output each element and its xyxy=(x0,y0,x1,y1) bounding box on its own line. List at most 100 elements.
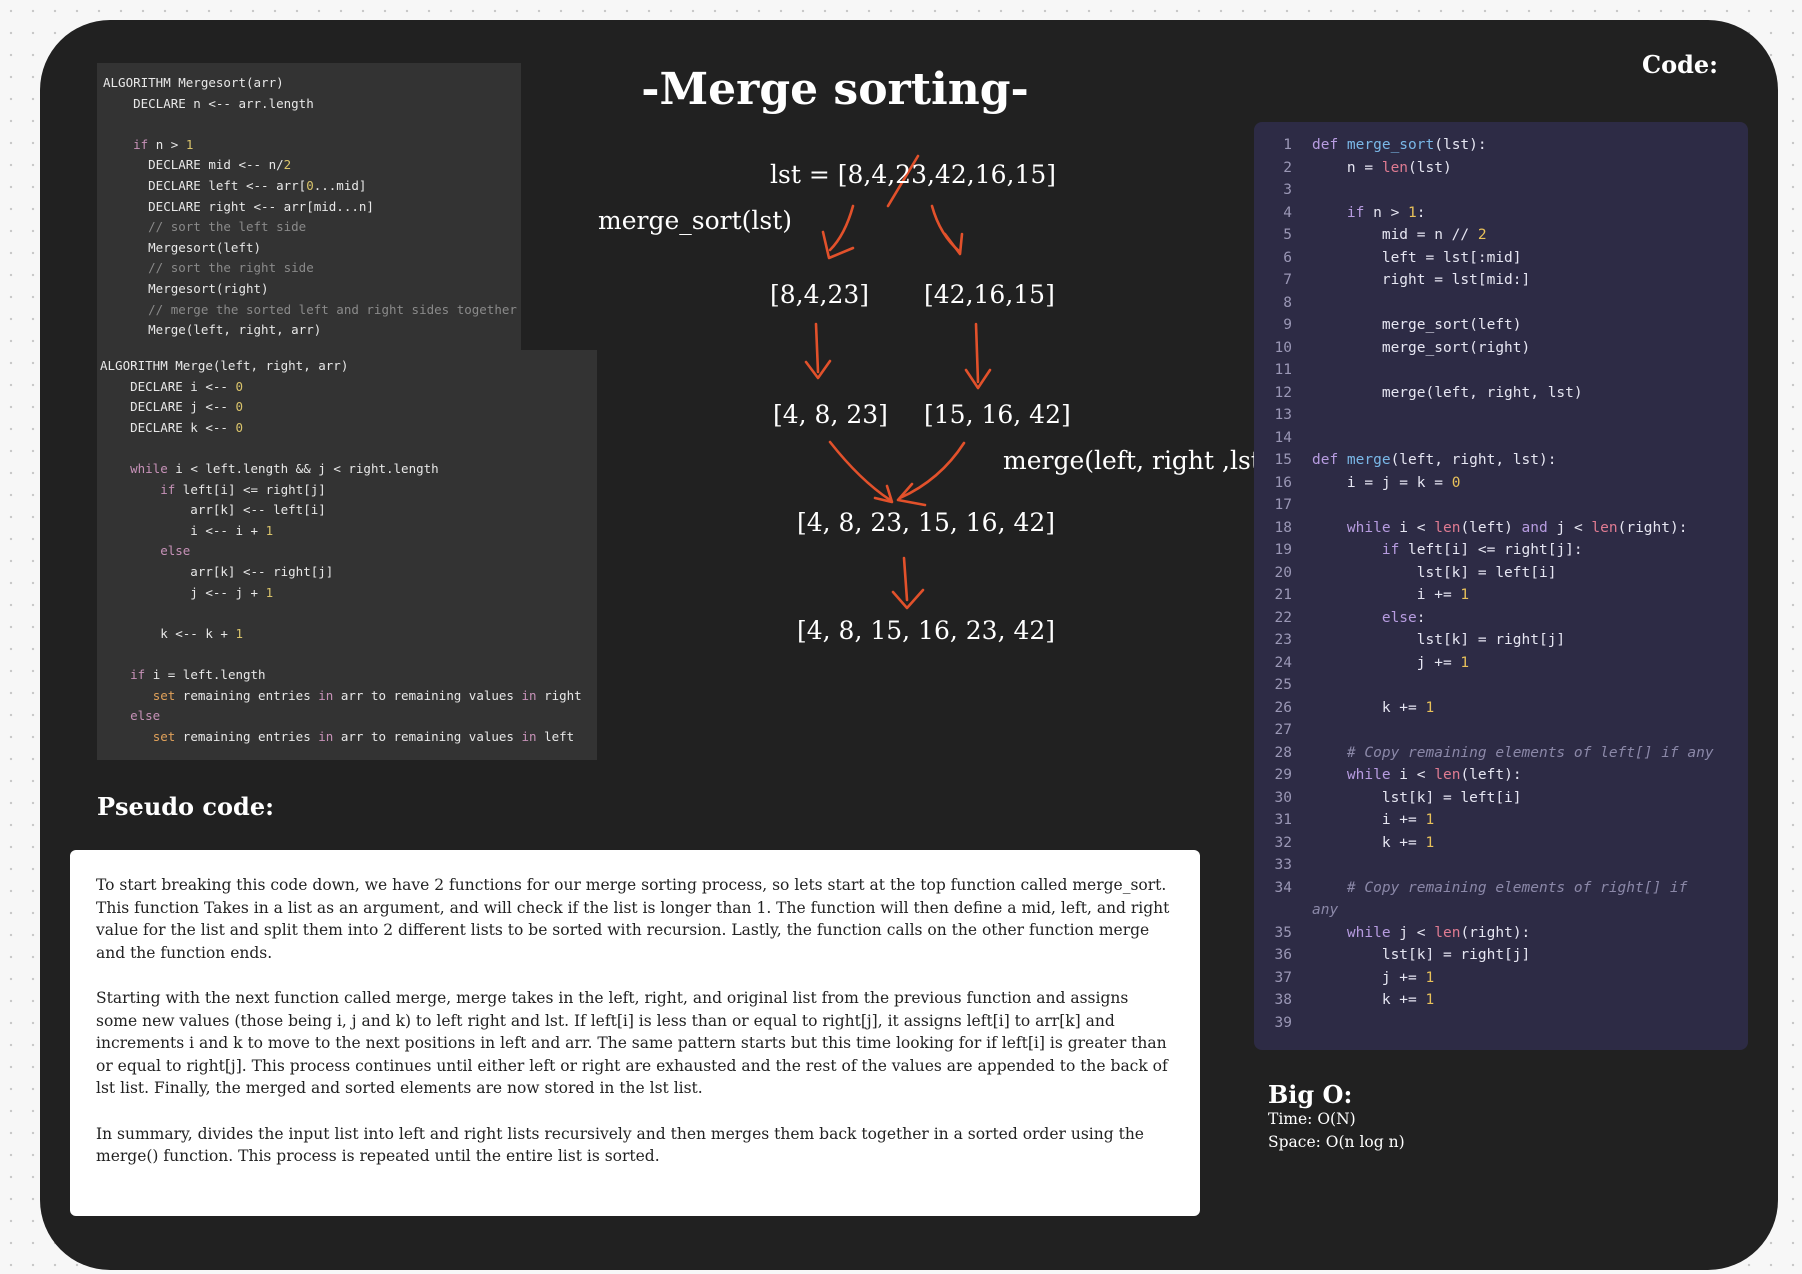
line-number: 2 xyxy=(1283,159,1292,176)
arrow-left-sort xyxy=(814,322,820,374)
code-line: 32 k += 1 xyxy=(1254,832,1748,855)
line-number: 8 xyxy=(1283,294,1292,311)
line-number: 27 xyxy=(1274,722,1292,738)
code-line: 19 if left[i] <= right[j]: xyxy=(1254,539,1748,562)
bigo-space: Space: O(n log n) xyxy=(1268,1133,1405,1151)
code-text: else: xyxy=(1381,609,1426,626)
line-number: 28 xyxy=(1274,744,1292,761)
diagram-sorted-right: [15, 16, 42] xyxy=(924,400,1071,429)
explanation-paragraph-1: To start breaking this code down, we hav… xyxy=(96,876,1170,962)
code-text: # Copy remaining elements of left[] if a… xyxy=(1346,744,1714,761)
code-line: 24 j += 1 xyxy=(1254,652,1748,675)
code-line: 31 i += 1 xyxy=(1254,809,1748,832)
code-text: if left[i] <= right[j]: xyxy=(1381,542,1583,558)
code-line: 25 xyxy=(1254,674,1748,697)
line-number: 21 xyxy=(1274,587,1292,603)
code-line: 27 xyxy=(1254,719,1748,742)
line-number: 6 xyxy=(1283,249,1292,266)
line-number: 16 xyxy=(1274,474,1292,491)
line-number: 20 xyxy=(1274,564,1292,581)
code-text: while i < len(left): xyxy=(1346,767,1522,783)
line-number: 34 xyxy=(1274,879,1292,896)
code-line: 14 xyxy=(1254,427,1748,450)
arrowhead-root-left xyxy=(821,230,855,260)
bigo-heading: Big O: xyxy=(1268,1080,1353,1109)
line-number: 36 xyxy=(1274,947,1292,963)
code-line: 20 lst[k] = left[i] xyxy=(1254,562,1748,585)
line-number: 7 xyxy=(1283,272,1292,288)
code-line: 10 merge_sort(right) xyxy=(1254,337,1748,360)
code-line: 34 # Copy remaining elements of right[] … xyxy=(1254,877,1748,900)
code-text: while j < len(right): xyxy=(1346,924,1531,941)
code-text: i += 1 xyxy=(1312,587,1470,603)
explanation-paragraph-2: Starting with the next function called m… xyxy=(96,988,1168,1098)
code-text: lst[k] = right[j] xyxy=(1312,947,1531,963)
code-text: lst[k] = left[i] xyxy=(1312,564,1557,581)
code-text: merge_sort(left) xyxy=(1312,317,1522,333)
arrowhead-root-right xyxy=(943,232,964,256)
code-line: 16 i = j = k = 0 xyxy=(1254,472,1748,495)
code-text: any xyxy=(1312,902,1339,918)
line-number: 12 xyxy=(1274,384,1292,401)
line-number: 3 xyxy=(1283,182,1292,198)
code-line: 30 lst[k] = left[i] xyxy=(1254,787,1748,810)
code-line: 9 merge_sort(left) xyxy=(1254,314,1748,337)
code-line: 28 # Copy remaining elements of left[] i… xyxy=(1254,742,1748,765)
explanation-paragraph-3: In summary, divides the input list into … xyxy=(96,1124,1144,1166)
pseudo-heading: Pseudo code: xyxy=(97,792,274,821)
line-number: 33 xyxy=(1274,857,1292,873)
line-number: 19 xyxy=(1274,542,1292,558)
code-line: 33 xyxy=(1254,854,1748,877)
code-text: k += 1 xyxy=(1312,699,1435,716)
code-line: any xyxy=(1254,899,1748,922)
diagram-sorted-left: [4, 8, 23] xyxy=(773,400,888,429)
code-line: 5 mid = n // 2 xyxy=(1254,224,1748,247)
code-text: right = lst[mid:] xyxy=(1312,272,1531,288)
diagram-merge-sort-label: merge_sort(lst) xyxy=(598,206,793,235)
code-line: 1 def merge_sort(lst): xyxy=(1254,134,1748,157)
line-number: 5 xyxy=(1283,227,1292,243)
line-number: 31 xyxy=(1274,812,1292,828)
code-text: k += 1 xyxy=(1312,834,1435,851)
explanation-box: To start breaking this code down, we hav… xyxy=(70,850,1200,1216)
code-line: 15 def merge(left, right, lst): xyxy=(1254,449,1748,472)
code-text: def merge_sort(lst): xyxy=(1312,137,1487,153)
arrow-root-right xyxy=(930,204,962,254)
arrow-merge-right xyxy=(898,441,966,500)
code-line: 29 while i < len(left): xyxy=(1254,764,1748,787)
code-line: 11 xyxy=(1254,359,1748,382)
code-text: merge(left, right, lst) xyxy=(1312,384,1583,401)
code-line: 18 while i < len(left) and j < len(right… xyxy=(1254,517,1748,540)
code-text: # Copy remaining elements of right[] if xyxy=(1346,879,1688,896)
line-number: 25 xyxy=(1274,677,1292,693)
code-line: 2 n = len(lst) xyxy=(1254,157,1748,180)
code-heading: Code: xyxy=(1642,50,1719,79)
code-line: 8 xyxy=(1254,292,1748,315)
code-text: lst[k] = right[j] xyxy=(1312,632,1566,648)
arrow-root-left xyxy=(828,204,855,252)
line-number: 14 xyxy=(1274,429,1292,446)
code-text: left = lst[:mid] xyxy=(1312,249,1522,266)
line-number: 9 xyxy=(1283,317,1292,333)
code-text: lst[k] = left[i] xyxy=(1312,789,1522,806)
code-text: i += 1 xyxy=(1312,812,1435,828)
code-line: 21 i += 1 xyxy=(1254,584,1748,607)
line-number: 39 xyxy=(1274,1014,1292,1031)
line-number: 24 xyxy=(1274,654,1292,671)
line-number: 10 xyxy=(1274,339,1292,356)
arrow-final xyxy=(902,556,909,602)
line-number: 22 xyxy=(1274,609,1292,626)
code-text: def merge(left, right, lst): xyxy=(1312,452,1557,468)
arrow-merge-left xyxy=(828,440,892,502)
code-text: j += 1 xyxy=(1312,654,1470,671)
line-number: 26 xyxy=(1274,699,1292,716)
code-line: 4 if n > 1: xyxy=(1254,202,1748,225)
line-number: 18 xyxy=(1274,519,1292,536)
code-line: 13 xyxy=(1254,404,1748,427)
line-number: 1 xyxy=(1283,137,1292,153)
line-number: 11 xyxy=(1274,362,1292,378)
line-number: 38 xyxy=(1274,992,1292,1008)
code-line: 38 k += 1 xyxy=(1254,989,1748,1012)
line-number: 17 xyxy=(1274,497,1292,513)
line-number: 32 xyxy=(1274,834,1292,851)
